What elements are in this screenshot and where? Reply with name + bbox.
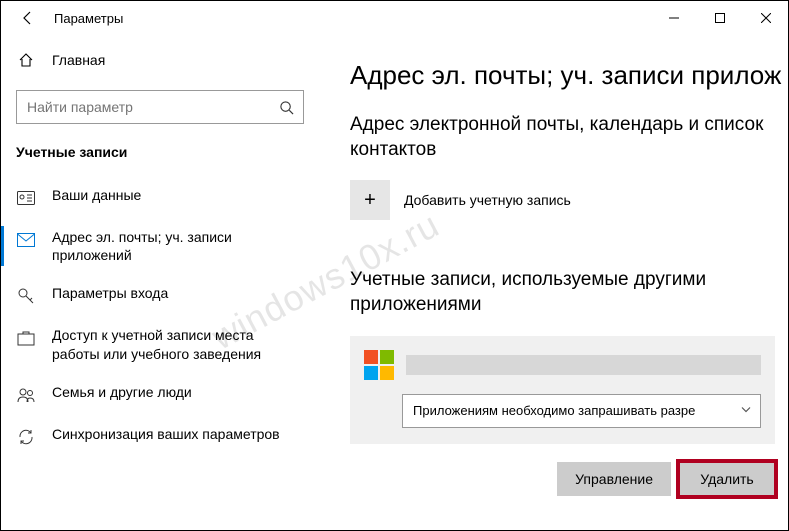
page-title: Адрес эл. почты; уч. записи прилож [350, 60, 789, 91]
home-icon [16, 52, 36, 68]
sidebar-item-label: Адрес эл. почты; уч. записи приложений [52, 228, 304, 264]
add-account-label: Добавить учетную запись [404, 192, 571, 208]
chevron-down-icon [740, 403, 752, 418]
sidebar-item-sync[interactable]: Синхронизация ваших параметров [0, 415, 320, 457]
key-icon [16, 286, 36, 306]
account-name-redacted [406, 355, 761, 375]
people-icon [16, 385, 36, 405]
search-input[interactable] [17, 99, 269, 115]
sidebar-item-family[interactable]: Семья и другие люди [0, 373, 320, 415]
sidebar-item-work-access[interactable]: Доступ к учетной записи места работы или… [0, 316, 320, 372]
sync-icon [16, 427, 36, 447]
sidebar-item-email-accounts[interactable]: Адрес эл. почты; уч. записи приложений [0, 218, 320, 274]
plus-icon: + [350, 180, 390, 220]
sidebar-home-label: Главная [52, 52, 105, 68]
sidebar-item-label: Семья и другие люди [52, 383, 192, 401]
search-input-container[interactable] [16, 90, 304, 124]
sidebar-item-label: Доступ к учетной записи места работы или… [52, 326, 304, 362]
window-title: Параметры [54, 11, 123, 26]
mail-icon [16, 230, 36, 250]
sidebar-item-label: Синхронизация ваших параметров [52, 425, 280, 443]
minimize-button[interactable] [651, 0, 697, 36]
sidebar-item-your-info[interactable]: Ваши данные [0, 176, 320, 218]
microsoft-logo-icon [364, 350, 394, 380]
sidebar-section-header: Учетные записи [16, 144, 304, 160]
add-account-button[interactable]: + Добавить учетную запись [350, 180, 789, 220]
search-icon [269, 100, 303, 115]
dropdown-value: Приложениям необходимо запрашивать разре [413, 403, 695, 418]
section-heading-other-apps: Учетные записи, используемые другими при… [350, 268, 770, 317]
account-permission-dropdown[interactable]: Приложениям необходимо запрашивать разре [402, 394, 761, 428]
close-button[interactable] [743, 0, 789, 36]
sidebar-item-label: Ваши данные [52, 186, 141, 204]
delete-button[interactable]: Удалить [679, 462, 775, 496]
sidebar-item-signin-options[interactable]: Параметры входа [0, 274, 320, 316]
sidebar-home[interactable]: Главная [16, 40, 304, 80]
person-card-icon [16, 188, 36, 208]
maximize-button[interactable] [697, 0, 743, 36]
sidebar-item-label: Параметры входа [52, 284, 168, 302]
account-card[interactable]: Приложениям необходимо запрашивать разре [350, 336, 775, 444]
back-button[interactable] [8, 0, 48, 36]
manage-button[interactable]: Управление [557, 462, 671, 496]
briefcase-icon [16, 328, 36, 348]
section-heading-email: Адрес электронной почты, календарь и спи… [350, 113, 770, 162]
